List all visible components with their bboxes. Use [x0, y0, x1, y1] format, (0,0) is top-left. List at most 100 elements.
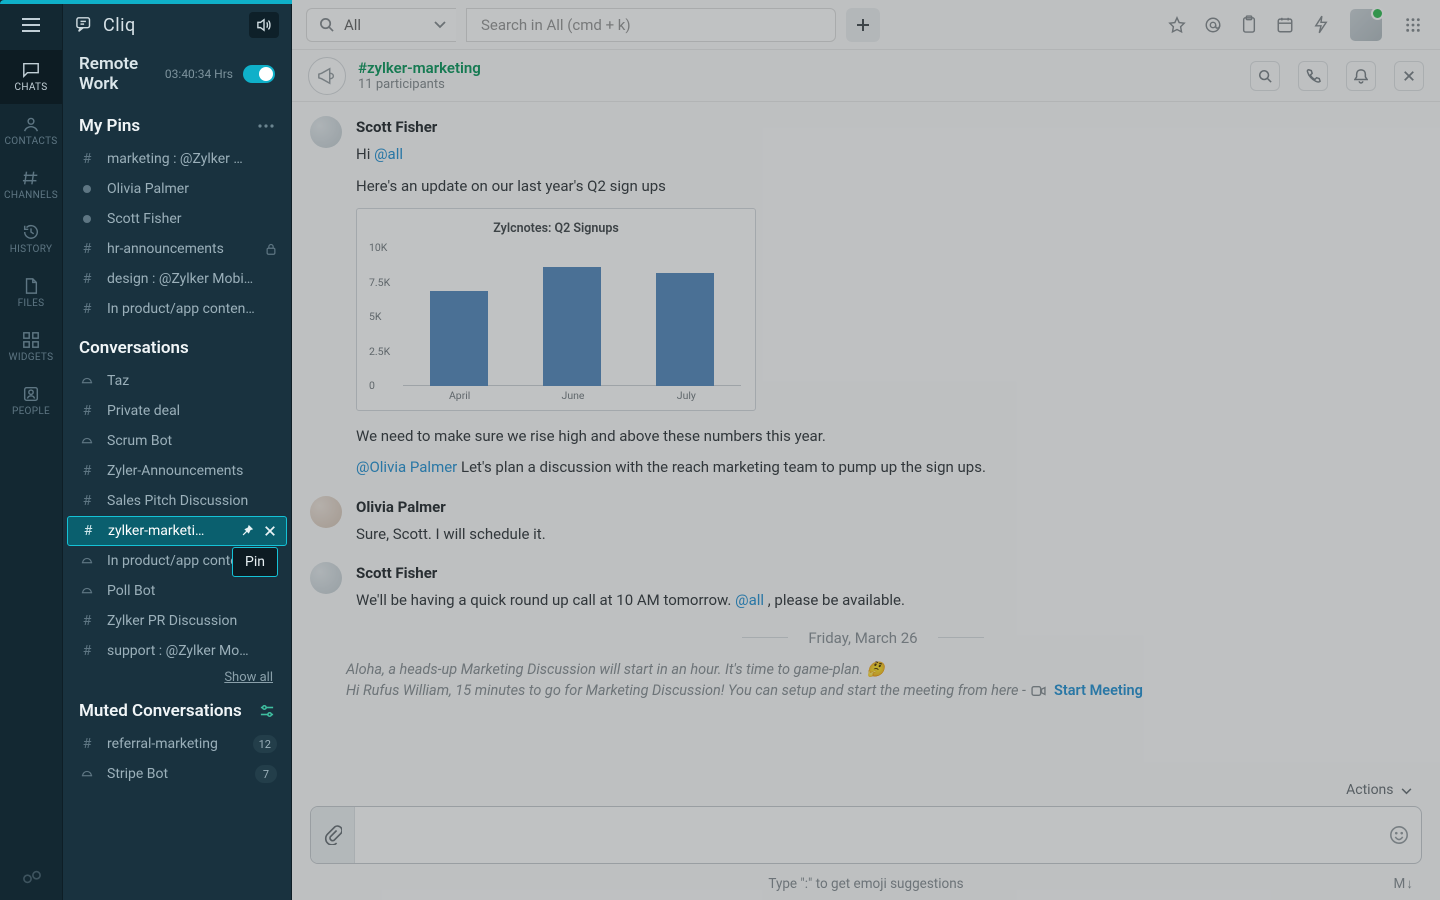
file-icon	[23, 277, 39, 295]
conversation-item[interactable]: Poll Bot	[63, 576, 291, 606]
close-icon	[264, 525, 276, 537]
pin-icon	[240, 524, 254, 538]
conversation-item-selected[interactable]: # zylker-marketi…	[67, 516, 287, 546]
show-all-link[interactable]: Show all	[63, 666, 291, 687]
composer-input[interactable]	[355, 807, 1377, 863]
message-text: Here's an update on our last year's Q2 s…	[356, 175, 1416, 198]
sidebar-top: Cliq	[63, 0, 291, 50]
calendar-button[interactable]	[1272, 12, 1298, 38]
theme-toggle-button[interactable]	[0, 868, 63, 886]
chart-ytick: 10K	[369, 240, 387, 256]
mentions-button[interactable]	[1200, 12, 1226, 38]
main-area: All Search in All (cmd + k) #zylker-mark…	[292, 0, 1440, 900]
pins-more-button[interactable]	[257, 123, 275, 129]
chart-ytick: 0	[369, 378, 375, 394]
chart-bar	[430, 291, 488, 386]
user-avatar[interactable]	[1350, 9, 1382, 41]
conversation-item[interactable]: # Zylker PR Discussion	[63, 606, 291, 636]
nav-label: PEOPLE	[12, 406, 50, 417]
channel-call-button[interactable]	[1298, 61, 1328, 91]
sidebar: Cliq Remote Work 03:40:34 Hrs My Pins # …	[63, 0, 292, 900]
channel-search-button[interactable]	[1250, 61, 1280, 91]
attach-button[interactable]	[311, 807, 355, 863]
channel-close-button[interactable]	[1394, 61, 1424, 91]
chart-bar	[656, 273, 714, 386]
history-icon	[22, 223, 40, 241]
star-button[interactable]	[1164, 12, 1190, 38]
nav-chats[interactable]: CHATS	[0, 50, 62, 104]
composer-actions[interactable]: Actions	[292, 778, 1440, 800]
muted-settings-button[interactable]	[259, 704, 275, 718]
conversation-label: support : @Zylker Mo…	[107, 643, 277, 659]
nav-channels[interactable]: CHANNELS	[0, 158, 62, 212]
pin-label: In product/app conten…	[107, 301, 277, 317]
conversation-item[interactable]: # support : @Zylker Mo…	[63, 636, 291, 666]
pin-label: Scott Fisher	[107, 211, 277, 227]
nav-contacts[interactable]: CONTACTS	[0, 104, 62, 158]
section-header-pins: My Pins	[63, 102, 291, 144]
hash-icon: #	[79, 301, 95, 317]
conversation-item[interactable]: Scrum Bot	[63, 426, 291, 456]
hash-icon: #	[79, 151, 95, 167]
pin-label: marketing : @Zylker …	[107, 151, 277, 167]
speaker-button[interactable]	[249, 12, 279, 38]
hash-icon: #	[80, 523, 96, 539]
grid-icon	[1405, 17, 1421, 33]
section-header-conversations: Conversations	[63, 324, 291, 366]
conversation-item[interactable]: # Sales Pitch Discussion	[63, 486, 291, 516]
mention[interactable]: @all	[374, 145, 403, 163]
nav-files[interactable]: FILES	[0, 266, 62, 320]
search-input[interactable]: Search in All (cmd + k)	[466, 8, 836, 42]
pin-item[interactable]: # design : @Zylker Mobi…	[63, 264, 291, 294]
muted-item[interactable]: # referral-marketing 12	[63, 729, 291, 759]
channel-notify-button[interactable]	[1346, 61, 1376, 91]
pin-item[interactable]: # hr-announcements	[63, 234, 291, 264]
start-meeting-link[interactable]: Start Meeting	[1054, 682, 1143, 699]
message: Scott Fisher We'll be having a quick rou…	[310, 562, 1416, 613]
message-author: Scott Fisher	[356, 116, 1416, 139]
pin-label: Olivia Palmer	[107, 181, 277, 197]
nav-widgets[interactable]: WIDGETS	[0, 320, 62, 374]
reminders-button[interactable]	[1236, 12, 1262, 38]
remote-work-timer: 03:40:34 Hrs	[165, 67, 233, 81]
pin-button[interactable]	[240, 524, 254, 538]
pin-item[interactable]: # In product/app conten…	[63, 294, 291, 324]
bot-icon	[79, 768, 95, 780]
search-scope-label: All	[344, 16, 424, 34]
conversation-item[interactable]: # Zyler-Announcements	[63, 456, 291, 486]
apps-grid-button[interactable]	[1400, 12, 1426, 38]
pin-item[interactable]: Olivia Palmer	[63, 174, 291, 204]
conversation-item[interactable]: Taz	[63, 366, 291, 396]
star-icon	[1168, 16, 1186, 34]
nav-people[interactable]: PEOPLE	[0, 374, 62, 428]
hamburger-menu-button[interactable]	[0, 0, 62, 50]
clipboard-icon	[1241, 15, 1257, 34]
date-divider: Friday, March 26	[310, 629, 1416, 647]
chart-ytick: 7.5K	[369, 274, 390, 290]
sliders-icon	[259, 704, 275, 718]
muted-item[interactable]: Stripe Bot 7	[63, 759, 291, 789]
mention[interactable]: @all	[735, 591, 764, 609]
new-button[interactable]	[846, 8, 880, 42]
pin-item[interactable]: Scott Fisher	[63, 204, 291, 234]
avatar	[310, 496, 342, 528]
date-label: Friday, March 26	[808, 629, 917, 647]
zap-button[interactable]	[1308, 12, 1334, 38]
close-icon	[1403, 70, 1415, 82]
mention[interactable]: @Olivia Palmer	[356, 458, 457, 476]
remote-work-toggle[interactable]	[243, 65, 275, 83]
close-button[interactable]	[264, 525, 276, 537]
video-icon	[1031, 685, 1046, 697]
bot-icon	[79, 375, 95, 387]
pin-item[interactable]: # marketing : @Zylker …	[63, 144, 291, 174]
search-placeholder: Search in All (cmd + k)	[481, 16, 631, 34]
search-scope-select[interactable]: All	[306, 8, 456, 42]
nav-history[interactable]: HISTORY	[0, 212, 62, 266]
channel-name[interactable]: #zylker-marketing	[358, 59, 481, 77]
conversation-label: zylker-marketi…	[108, 523, 228, 539]
conversation-item[interactable]: # Private deal	[63, 396, 291, 426]
emoji-button[interactable]	[1377, 807, 1421, 863]
search-icon	[319, 17, 334, 32]
hash-icon: #	[79, 403, 95, 419]
smile-icon	[1389, 825, 1409, 845]
